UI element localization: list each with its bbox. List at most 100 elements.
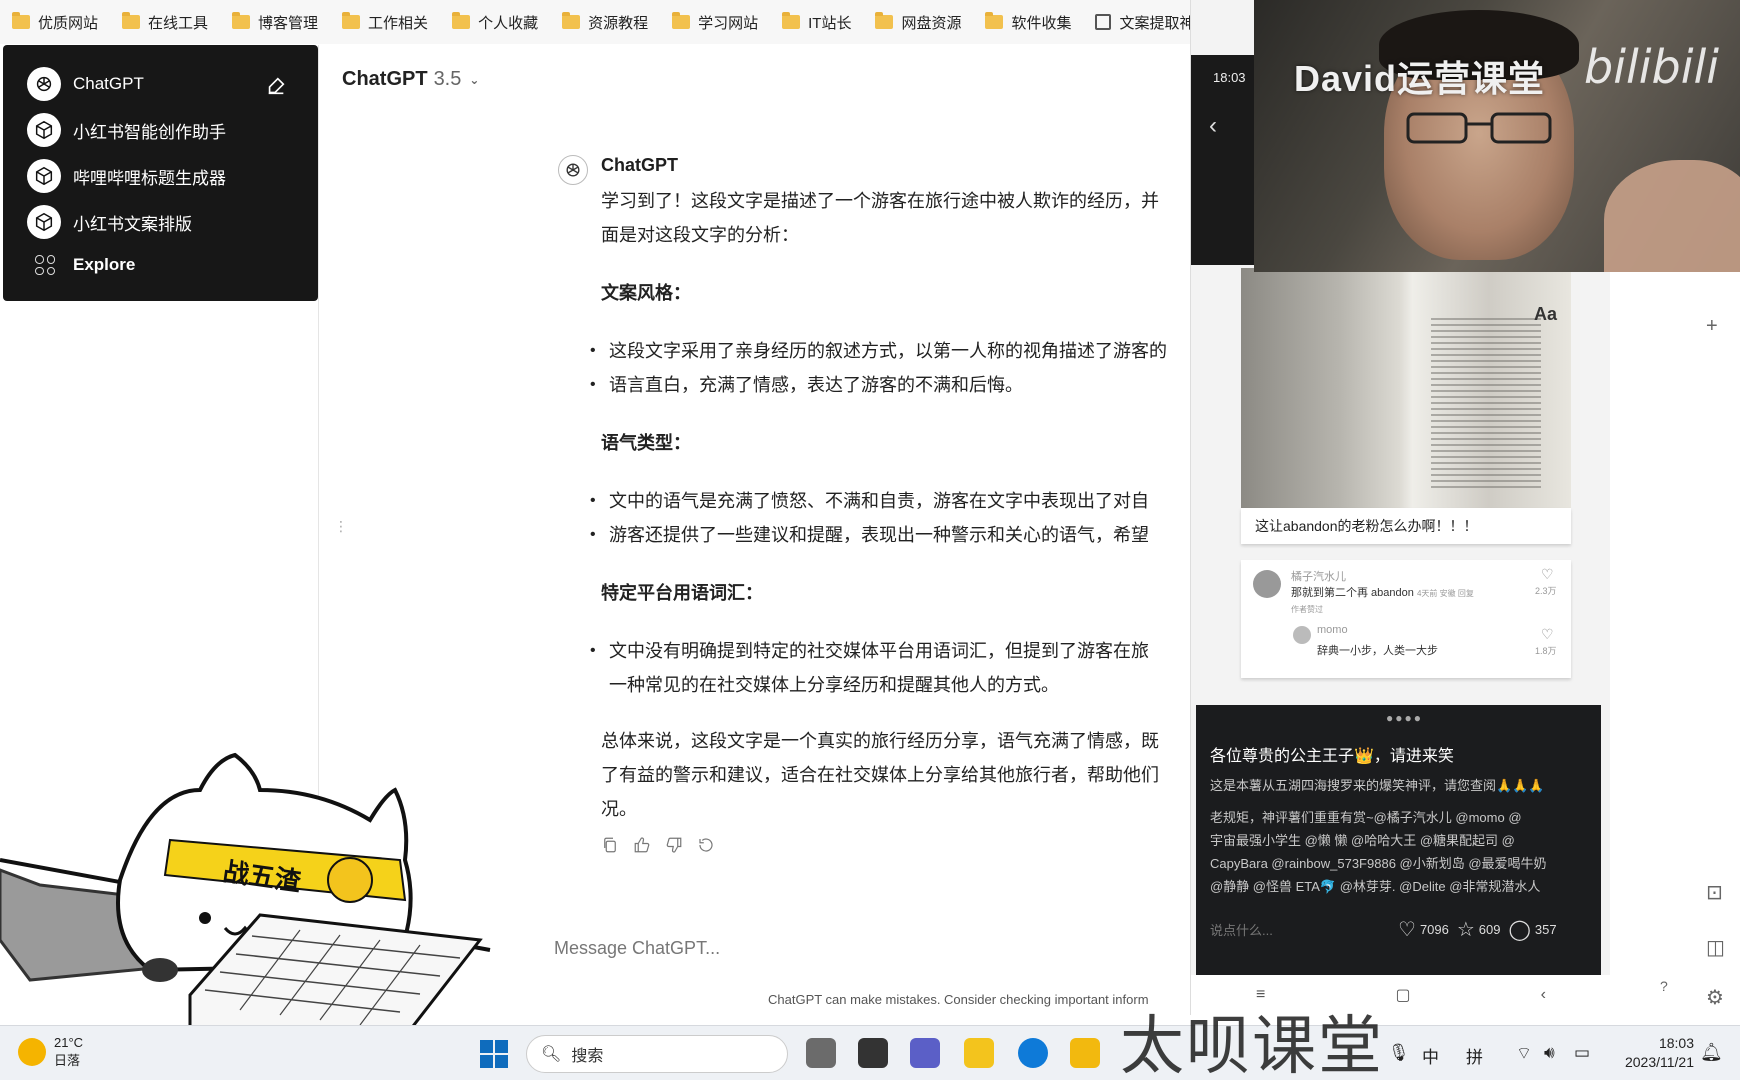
app-icon[interactable] bbox=[1070, 1038, 1100, 1068]
chevron-down-icon: ⌄ bbox=[469, 72, 480, 87]
folder-icon bbox=[875, 12, 894, 29]
sun-icon bbox=[18, 1038, 46, 1066]
sidebar-toggle-icon[interactable]: ◫ bbox=[1706, 935, 1725, 960]
bookmark-folder[interactable]: 优质网站 bbox=[12, 12, 98, 33]
folder-icon bbox=[782, 12, 801, 29]
app-icon[interactable] bbox=[806, 1038, 836, 1068]
help-icon[interactable]: ? bbox=[1660, 978, 1668, 994]
assistant-message: 学习到了！这段文字是描述了一个游客在旅行途中被人欺诈的经历，并 面是对这段文字的… bbox=[590, 184, 1201, 826]
taskbar-search[interactable]: 🔍︎ 搜索 bbox=[526, 1035, 788, 1073]
bullet-list: 这段文字采用了亲身经历的叙述方式，以第一人称的视角描述了游客的 语言直白，充满了… bbox=[590, 334, 1201, 402]
regenerate-icon[interactable] bbox=[697, 836, 715, 854]
heart-icon[interactable]: ♡ bbox=[1541, 566, 1554, 583]
favorite-button[interactable]: ☆ 609 bbox=[1457, 917, 1501, 942]
star-icon: ☆ bbox=[1456, 919, 1475, 941]
section-heading: 文案风格： bbox=[601, 283, 691, 303]
folder-icon bbox=[232, 12, 251, 29]
microphone-icon[interactable]: 🎙︎ bbox=[1388, 1043, 1410, 1063]
post-line: @静静 @怪兽 ETA🐬 @林芽芽. @Delite @非常规潜水人 bbox=[1210, 879, 1541, 894]
bookmark-folder[interactable]: 资源教程 bbox=[562, 12, 648, 33]
back-arrow-icon[interactable]: ‹ bbox=[1209, 112, 1217, 140]
comment-input[interactable]: 说点什么... bbox=[1210, 920, 1390, 939]
app-icon[interactable] bbox=[858, 1038, 888, 1068]
like-button[interactable]: ♡ 7096 bbox=[1398, 917, 1449, 942]
folder-icon bbox=[985, 12, 1004, 29]
section-heading: 语气类型： bbox=[601, 433, 691, 453]
folder-icon bbox=[12, 12, 30, 29]
message-paragraph: 了有益的警示和建议，适合在社交媒体上分享给其他旅行者，帮助他们 bbox=[601, 765, 1159, 785]
bookmark-folder[interactable]: 工作相关 bbox=[342, 12, 428, 33]
bookmark-folder[interactable]: 学习网站 bbox=[672, 12, 758, 33]
channel-title: David运营课堂 bbox=[1294, 58, 1546, 99]
message-paragraph: 面是对这段文字的分析： bbox=[601, 225, 799, 245]
wifi-icon[interactable]: ⌔ bbox=[1516, 1043, 1532, 1064]
comment-button[interactable]: ◯ 357 bbox=[1509, 917, 1557, 942]
post-title: 各位尊贵的公主王子👑，请进来笑 bbox=[1210, 748, 1454, 765]
avatar[interactable] bbox=[1293, 626, 1311, 644]
openai-logo-icon bbox=[27, 67, 61, 101]
thumbs-up-icon[interactable] bbox=[633, 836, 651, 854]
bookmark-folder[interactable]: IT站长 bbox=[782, 12, 851, 33]
bookmark-folder[interactable]: 网盘资源 bbox=[875, 12, 961, 33]
message-input[interactable]: Message ChatGPT... bbox=[554, 938, 720, 959]
weather-widget[interactable]: 21°C 日落 bbox=[18, 1034, 83, 1070]
gear-icon[interactable]: ⚙ bbox=[1706, 985, 1724, 1010]
battery-icon[interactable]: ▭ bbox=[1574, 1043, 1590, 1063]
bookmark-folder[interactable]: 个人收藏 bbox=[452, 12, 538, 33]
ime-mode[interactable]: 中 bbox=[1422, 1043, 1439, 1068]
chat-bubble-icon: ◯ bbox=[1508, 919, 1531, 941]
sidebar-item-xiaohongshu-assistant[interactable]: 小红书智能创作助手 bbox=[27, 113, 226, 147]
plus-icon[interactable]: + bbox=[1706, 315, 1718, 338]
heart-icon[interactable]: ♡ bbox=[1541, 626, 1554, 643]
copy-icon[interactable] bbox=[601, 836, 619, 854]
home-square-icon[interactable]: ▢ bbox=[1395, 985, 1410, 1005]
edge-browser-icon[interactable] bbox=[1018, 1038, 1048, 1068]
cat-keyboard-sticker: 战五渣 bbox=[0, 750, 500, 1032]
sidebar: ChatGPT 小红书智能创作助手 哔哩哔哩标题生成器 小红书文案排版 Expl… bbox=[3, 45, 318, 301]
heart-icon: ♡ bbox=[1398, 919, 1416, 941]
cube-icon bbox=[27, 159, 61, 193]
model-selector[interactable]: ChatGPT 3.5 ⌄ bbox=[342, 68, 479, 91]
comment-text: 那就到第二个再 abandon 4天前 安徽 回复 bbox=[1291, 587, 1474, 599]
author-liked-tag: 作者赞过 bbox=[1291, 605, 1323, 614]
sidebar-resize-handle[interactable]: ⋮ bbox=[334, 518, 348, 535]
sidebar-item-xiaohongshu-layout[interactable]: 小红书文案排版 bbox=[27, 205, 192, 239]
list-item: 文中没有明确提到特定的社交媒体平台用语词汇，但提到了游客在旅 bbox=[590, 634, 1201, 668]
notification-bell-icon[interactable]: 🔔︎ bbox=[1700, 1042, 1723, 1063]
post-line: 这是本薯从五湖四海搜罗来的爆笑神评，请您查阅🙏🙏🙏 bbox=[1210, 778, 1545, 793]
avatar[interactable] bbox=[1253, 570, 1281, 598]
right-toolbar: + ⊡ ◫ ⚙ ? bbox=[1660, 0, 1740, 1030]
post-action-bar: 说点什么... ♡ 7096 ☆ 609 ◯ 357 bbox=[1210, 917, 1590, 942]
screenshot-icon[interactable]: ⊡ bbox=[1706, 880, 1723, 905]
message-actions bbox=[601, 836, 715, 854]
document-icon bbox=[1095, 14, 1112, 30]
message-paragraph: 况。 bbox=[601, 799, 637, 819]
post-line: 宇宙最强小学生 @懒 懒 @哈哈大王 @糖果配起司 @ bbox=[1210, 833, 1515, 848]
post-detail-panel: ●●●● 各位尊贵的公主王子👑，请进来笑 这是本薯从五湖四海搜罗来的爆笑神评，请… bbox=[1196, 705, 1601, 975]
new-chat-edit-icon[interactable] bbox=[265, 75, 287, 97]
bookmark-folder[interactable]: 博客管理 bbox=[232, 12, 318, 33]
sidebar-item-bilibili-title[interactable]: 哔哩哔哩标题生成器 bbox=[27, 159, 226, 193]
dictionary-aa-label: Aa bbox=[1533, 304, 1557, 324]
thumbs-down-icon[interactable] bbox=[665, 836, 683, 854]
taskbar: 21°C 日落 🔍︎ 搜索 🎙︎ 中 拼 ⌔ 🔊︎ ▭ 18:03 2023/11… bbox=[0, 1025, 1740, 1080]
list-item-continuation: 一种常见的在社交媒体上分享经历和提醒其他人的方式。 bbox=[609, 675, 1059, 695]
back-icon[interactable]: ‹ bbox=[1541, 986, 1546, 1004]
cube-icon bbox=[27, 113, 61, 147]
list-item: 文中的语气是充满了愤怒、不满和自责，游客在文字中表现出了对自 bbox=[590, 484, 1201, 518]
file-explorer-icon[interactable] bbox=[964, 1038, 994, 1068]
system-clock[interactable]: 18:03 2023/11/21 bbox=[1614, 1034, 1694, 1072]
windows-start-icon[interactable] bbox=[480, 1040, 508, 1068]
sidebar-item-chatgpt[interactable]: ChatGPT bbox=[27, 67, 144, 101]
post-caption[interactable]: 这让abandon的老粉怎么办啊！！！ bbox=[1241, 508, 1571, 544]
bookmark-folder[interactable]: 在线工具 bbox=[122, 12, 208, 33]
post-image[interactable]: Aa bbox=[1241, 268, 1571, 508]
teams-icon[interactable] bbox=[910, 1038, 940, 1068]
ime-pinyin[interactable]: 拼 bbox=[1466, 1043, 1483, 1068]
sidebar-item-explore[interactable]: Explore bbox=[27, 255, 135, 275]
cube-icon bbox=[27, 205, 61, 239]
volume-icon[interactable]: 🔊︎ bbox=[1544, 1043, 1555, 1063]
post-line: 老规矩，神评薯们重重有赏~@橘子汽水儿 @momo @ bbox=[1210, 810, 1522, 825]
bullet-list: 文中的语气是充满了愤怒、不满和自责，游客在文字中表现出了对自 游客还提供了一些建… bbox=[590, 484, 1201, 552]
bookmark-folder[interactable]: 软件收集 bbox=[985, 12, 1071, 33]
